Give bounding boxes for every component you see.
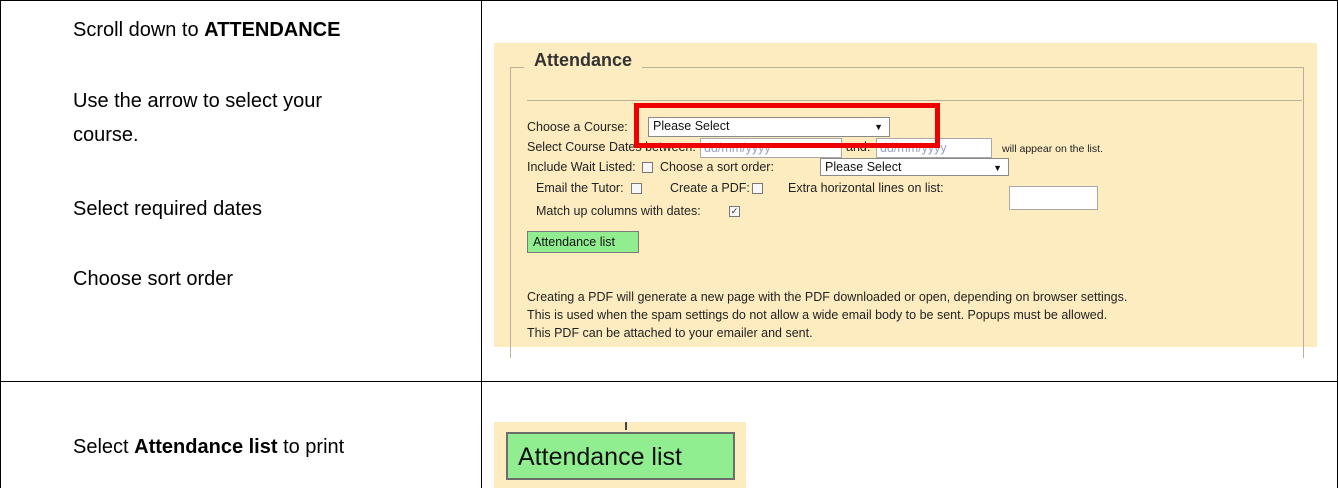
- extra-lines-input[interactable]: [1009, 186, 1098, 210]
- instruction-arrow-line1: Use the arrow to select your: [73, 90, 322, 112]
- zoomed-attendance-list-button[interactable]: Attendance list: [506, 432, 735, 480]
- course-label: Choose a Course:: [527, 120, 628, 134]
- match-columns-checkbox[interactable]: ✓: [729, 206, 740, 217]
- extra-lines-label: Extra horizontal lines on list:: [788, 181, 944, 195]
- panel-divider: [527, 100, 1302, 101]
- sort-select-value: Please Select: [825, 160, 902, 174]
- table-column-divider: [481, 0, 482, 488]
- attendance-legend: Attendance: [524, 49, 643, 71]
- instruction-sort: Choose sort order: [73, 268, 234, 290]
- sort-select[interactable]: Please Select ▼: [820, 158, 1009, 176]
- table-border-top: [0, 0, 1338, 1]
- match-columns-label: Match up columns with dates:: [536, 204, 701, 218]
- email-tutor-label: Email the Tutor:: [536, 181, 624, 195]
- instruction-arrow-line2: course.: [73, 124, 139, 146]
- info-line-2: This is used when the spam settings do n…: [527, 308, 1108, 322]
- course-select-highlight: [634, 103, 940, 148]
- wait-listed-label: Include Wait Listed:: [527, 160, 636, 174]
- sort-label: Choose a sort order:: [660, 160, 774, 174]
- info-line-3: This PDF can be attached to your emailer…: [527, 326, 813, 340]
- instruction-dates: Select required dates: [73, 198, 263, 220]
- instruction-scroll: Scroll down to ATTENDANCE: [73, 19, 341, 41]
- chevron-down-icon: ▼: [993, 163, 1002, 173]
- attendance-panel: Attendance Choose a Course: Please Selec…: [494, 43, 1317, 358]
- instruction-scroll-target: ATTENDANCE: [204, 19, 341, 41]
- zoomed-button-background: Attendance list: [494, 422, 746, 488]
- email-tutor-checkbox[interactable]: [631, 183, 642, 194]
- instruction-attendance-list-target: Attendance list: [134, 436, 278, 458]
- cursor-mark: [625, 422, 627, 430]
- attendance-list-button[interactable]: Attendance list: [527, 231, 639, 253]
- table-row-divider: [0, 381, 1338, 382]
- create-pdf-label: Create a PDF:: [670, 181, 750, 195]
- info-line-1: Creating a PDF will generate a new page …: [527, 290, 1128, 304]
- wait-listed-checkbox[interactable]: [642, 162, 653, 173]
- instruction-attendance-list: Select Attendance list to print: [73, 436, 345, 458]
- dates-suffix: will appear on the list.: [1002, 143, 1103, 155]
- table-border-left: [0, 0, 1, 488]
- create-pdf-checkbox[interactable]: [752, 183, 763, 194]
